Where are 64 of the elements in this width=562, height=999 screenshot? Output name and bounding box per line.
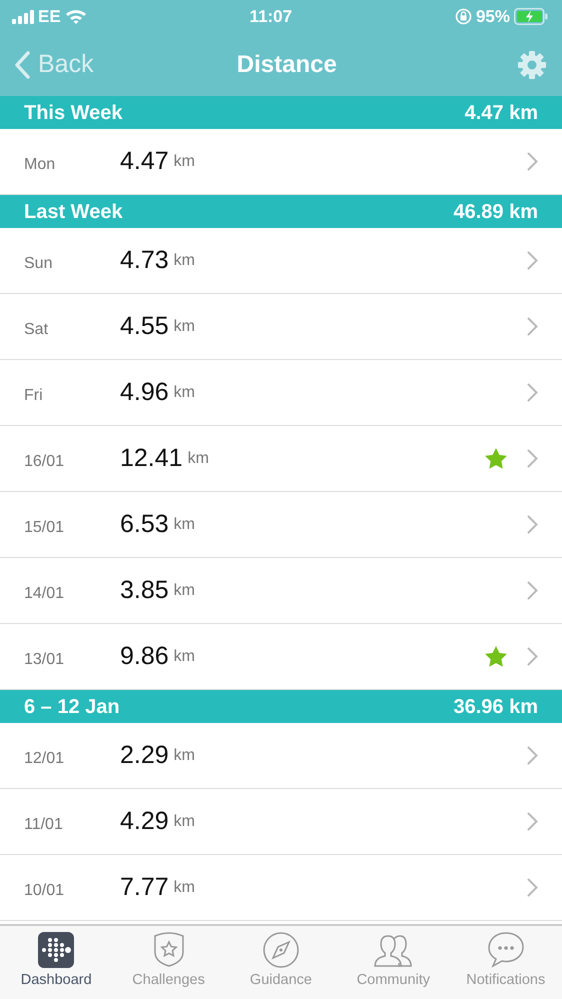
distance-unit: km xyxy=(174,250,195,270)
distance-unit: km xyxy=(174,382,195,402)
day-label: 10/01 xyxy=(24,880,66,900)
day-label: 11/01 xyxy=(24,814,64,834)
section-title: This Week xyxy=(24,100,123,126)
distance-unit: km xyxy=(174,812,195,832)
rotation-lock-icon xyxy=(454,8,472,25)
distance-value: 3.85 xyxy=(120,574,169,606)
day-label: 15/01 xyxy=(24,518,66,538)
day-label: Mon xyxy=(24,154,56,174)
chevron-right-icon xyxy=(527,515,538,534)
distance-value: 6.53 xyxy=(120,508,169,540)
distance-value: 7.77 xyxy=(120,872,169,903)
compass-icon xyxy=(260,930,301,970)
status-time: 11:07 xyxy=(250,6,292,28)
carrier-name: EE xyxy=(38,6,61,28)
distance-unit: km xyxy=(174,580,195,600)
chevron-right-icon xyxy=(527,383,538,402)
distance-unit: km xyxy=(174,746,195,766)
distance-unit: km xyxy=(174,878,195,898)
section-title: Last Week xyxy=(24,200,123,224)
section-total: 4.47 km xyxy=(464,100,538,126)
distance-value: 4.47 xyxy=(120,146,169,177)
chevron-right-icon xyxy=(527,449,538,468)
day-label: Sat xyxy=(24,320,50,340)
distance-unit: km xyxy=(174,646,195,666)
distance-unit: km xyxy=(174,152,195,172)
section-total: 36.96 km xyxy=(453,694,538,720)
distance-unit: km xyxy=(174,514,195,534)
page-title: Distance xyxy=(236,50,337,80)
chevron-right-icon xyxy=(527,878,538,897)
distance-unit: km xyxy=(188,448,209,468)
section-total: 46.89 km xyxy=(453,200,538,224)
distance-value: 4.29 xyxy=(120,806,169,837)
distance-value: 9.86 xyxy=(120,640,169,672)
tab-bar-item[interactable]: Dashboard xyxy=(0,926,112,992)
chevron-left-icon xyxy=(14,50,30,78)
chat-bubble-icon xyxy=(486,930,526,970)
distance-value: 4.55 xyxy=(120,310,169,342)
chevron-right-icon xyxy=(527,152,538,171)
day-label: 14/01 xyxy=(24,584,66,604)
dotted-logo-icon xyxy=(36,930,76,970)
wifi-icon xyxy=(64,8,87,24)
battery-percent: 95% xyxy=(476,6,510,28)
chevron-right-icon xyxy=(527,581,538,600)
distance-value: 2.29 xyxy=(120,740,169,771)
day-label: 13/01 xyxy=(24,650,66,670)
chevron-right-icon xyxy=(527,812,538,831)
distance-value: 4.96 xyxy=(120,376,169,408)
distance-value: 12.41 xyxy=(120,442,183,474)
distance-value: 4.73 xyxy=(120,244,169,276)
settings-icon[interactable] xyxy=(516,48,548,80)
signal-icon xyxy=(12,10,34,24)
section-title: 6 – 12 Jan xyxy=(24,694,120,720)
chevron-right-icon xyxy=(527,647,538,666)
day-label: 16/01 xyxy=(24,452,66,472)
chevron-right-icon xyxy=(527,746,538,765)
distance-unit: km xyxy=(174,316,195,336)
day-label: 12/01 xyxy=(24,748,66,768)
day-label: Fri xyxy=(24,386,44,406)
chevron-right-icon xyxy=(527,317,538,336)
day-label: Sun xyxy=(24,254,54,274)
battery-icon xyxy=(514,8,548,25)
chevron-right-icon xyxy=(527,251,538,270)
